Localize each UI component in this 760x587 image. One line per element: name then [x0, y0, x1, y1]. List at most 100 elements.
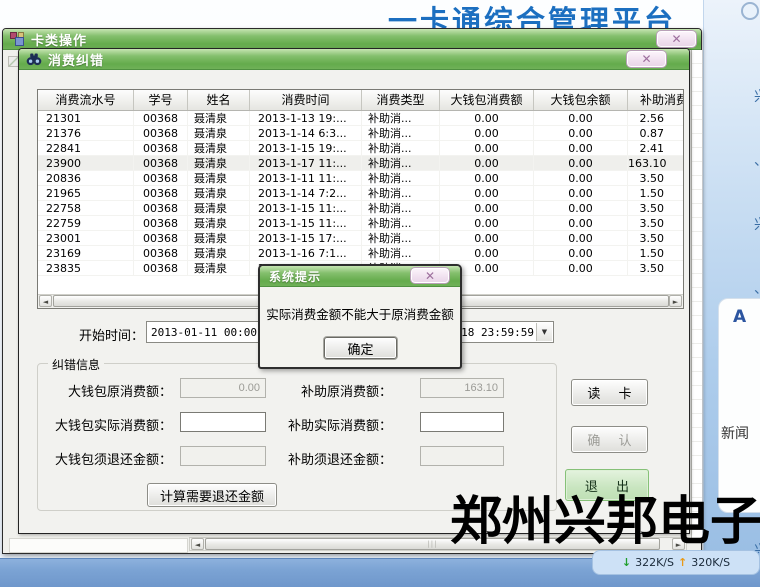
wallet-actual-input[interactable] — [180, 412, 266, 432]
column-header[interactable]: 消费时间 — [250, 90, 362, 110]
scroll-left-icon[interactable]: ◄ — [191, 538, 204, 550]
close-icon: ✕ — [671, 32, 681, 46]
inner-window-titlebar[interactable]: 消费纠错 — [19, 49, 689, 70]
table-row[interactable]: 2137600368聂清泉2013-1-14 6:3...补助消...0.000… — [38, 126, 684, 141]
table-cell: 0.00 — [534, 216, 628, 230]
table-body: 2130100368聂清泉2013-1-13 19:...补助消...0.000… — [38, 111, 683, 276]
download-arrow-icon: ↓ — [622, 556, 631, 569]
inner-close-button[interactable]: ✕ — [626, 50, 667, 68]
table-cell: 0.00 — [440, 216, 534, 230]
table-cell: 22841 — [38, 141, 134, 155]
dialog-message: 实际消费金额不能大于原消费金额 — [260, 304, 460, 323]
subsidy-refund-field — [420, 446, 504, 466]
table-cell: 0.00 — [534, 141, 628, 155]
sidebar-letter: A — [733, 307, 746, 327]
download-speed: 322K/S — [635, 556, 674, 569]
table-row[interactable]: 2300100368聂清泉2013-1-15 17:...补助消...0.000… — [38, 231, 684, 246]
column-header[interactable]: 消费类型 — [362, 90, 440, 110]
help-circle-icon[interactable] — [741, 2, 759, 20]
table-cell: 23169 — [38, 246, 134, 260]
table-cell: 0.00 — [534, 111, 628, 125]
subsidy-actual-label: 补助实际消费额： — [274, 415, 392, 434]
wallet-original-label: 大钱包原消费额： — [38, 381, 172, 400]
table-cell: 3.50 — [628, 216, 684, 230]
sidebar-partial-text: 新闻 — [721, 423, 749, 443]
network-speed-indicator[interactable]: ↓ 322K/S ↑ 320K/S — [592, 550, 760, 575]
sidebar-fragment: 、 — [754, 278, 760, 298]
table-cell: 2013-1-14 6:3... — [250, 126, 362, 140]
table-cell: 1.50 — [628, 186, 684, 200]
column-header[interactable]: 大钱包余额 — [534, 90, 628, 110]
subsidy-original-field — [420, 378, 504, 398]
column-header[interactable]: 消费流水号 — [38, 90, 134, 110]
table-cell: 2013-1-15 17:... — [250, 231, 362, 245]
outer-close-button[interactable]: ✕ — [656, 30, 697, 48]
table-cell: 补助消... — [362, 246, 440, 260]
column-header[interactable]: 补助消费额 — [628, 90, 684, 110]
table-cell: 00368 — [134, 261, 188, 275]
wallet-original-field — [180, 378, 266, 398]
inner-window-title: 消费纠错 — [48, 50, 104, 69]
table-cell: 0.00 — [440, 126, 534, 140]
table-cell: 补助消... — [362, 231, 440, 245]
dialog-close-button[interactable]: ✕ — [410, 267, 450, 284]
table-row[interactable]: 2275900368聂清泉2013-1-15 11:...补助消...0.000… — [38, 216, 684, 231]
table-row[interactable]: 2083600368聂清泉2013-1-11 11:...补助消...0.000… — [38, 171, 684, 186]
table-cell: 23900 — [38, 156, 134, 170]
dropdown-arrow-icon[interactable]: ▼ — [536, 323, 552, 341]
column-header[interactable]: 学号 — [134, 90, 188, 110]
sidebar-fragment: 兴 — [754, 86, 760, 106]
table-cell: 2013-1-14 7:2... — [250, 186, 362, 200]
table-cell: 0.00 — [440, 201, 534, 215]
table-cell: 2013-1-16 7:1... — [250, 246, 362, 260]
table-cell: 00368 — [134, 156, 188, 170]
table-row[interactable]: 2316900368聂清泉2013-1-16 7:1...补助消...0.000… — [38, 246, 684, 261]
calculate-refund-button[interactable]: 计算需要退还金额 — [147, 483, 277, 507]
table-cell: 2.56 — [628, 111, 684, 125]
table-cell: 补助消... — [362, 186, 440, 200]
table-cell: 0.00 — [534, 186, 628, 200]
read-card-button[interactable]: 读 卡 — [571, 379, 648, 406]
subsidy-actual-input[interactable] — [420, 412, 504, 432]
outer-window-titlebar[interactable]: 卡类操作 — [3, 29, 701, 50]
table-row[interactable]: 2196500368聂清泉2013-1-14 7:2...补助消...0.000… — [38, 186, 684, 201]
table-cell: 2013-1-15 19:... — [250, 141, 362, 155]
table-cell: 补助消... — [362, 171, 440, 185]
scroll-left-icon[interactable]: ◄ — [39, 295, 52, 307]
scroll-right-icon[interactable]: ► — [669, 295, 682, 307]
wallet-refund-label: 大钱包须退还金额： — [38, 449, 172, 468]
table-cell: 0.87 — [628, 126, 684, 140]
table-row[interactable]: 2130100368聂清泉2013-1-13 19:...补助消...0.000… — [38, 111, 684, 126]
watermark-text: 郑州兴邦电子 — [450, 496, 760, 548]
table-cell: 23001 — [38, 231, 134, 245]
sidebar-fragment: 兴 — [754, 214, 760, 234]
table-cell: 补助消... — [362, 141, 440, 155]
taskbar[interactable]: ↓ 322K/S ↑ 320K/S — [0, 558, 760, 587]
table-cell: 0.00 — [534, 201, 628, 215]
table-cell: 00368 — [134, 246, 188, 260]
table-cell: 0.00 — [534, 246, 628, 260]
column-header[interactable]: 姓名 — [188, 90, 250, 110]
table-row[interactable]: 2284100368聂清泉2013-1-15 19:...补助消...0.000… — [38, 141, 684, 156]
table-row[interactable]: 2390000368聂清泉2013-1-17 11:...补助消...0.000… — [38, 156, 684, 171]
table-cell: 0.00 — [440, 111, 534, 125]
table-cell: 00368 — [134, 231, 188, 245]
table-cell: 2013-1-13 19:... — [250, 111, 362, 125]
column-header[interactable]: 大钱包消费额 — [440, 90, 534, 110]
binoculars-icon — [26, 51, 42, 67]
table-cell: 补助消... — [362, 111, 440, 125]
table-cell: 3.50 — [628, 231, 684, 245]
table-cell: 00368 — [134, 141, 188, 155]
outer-window-title: 卡类操作 — [31, 30, 87, 49]
table-cell: 补助消... — [362, 126, 440, 140]
status-area — [9, 538, 188, 553]
table-cell: 2013-1-15 11:... — [250, 201, 362, 215]
close-icon: ✕ — [425, 269, 435, 283]
table-row[interactable]: 2275800368聂清泉2013-1-15 11:...补助消...0.000… — [38, 201, 684, 216]
table-cell: 聂清泉 — [188, 156, 250, 170]
table-cell: 聂清泉 — [188, 216, 250, 230]
table-cell: 补助消... — [362, 156, 440, 170]
ok-button[interactable]: 确定 — [324, 337, 397, 359]
table-cell: 00368 — [134, 126, 188, 140]
table-cell: 00368 — [134, 216, 188, 230]
